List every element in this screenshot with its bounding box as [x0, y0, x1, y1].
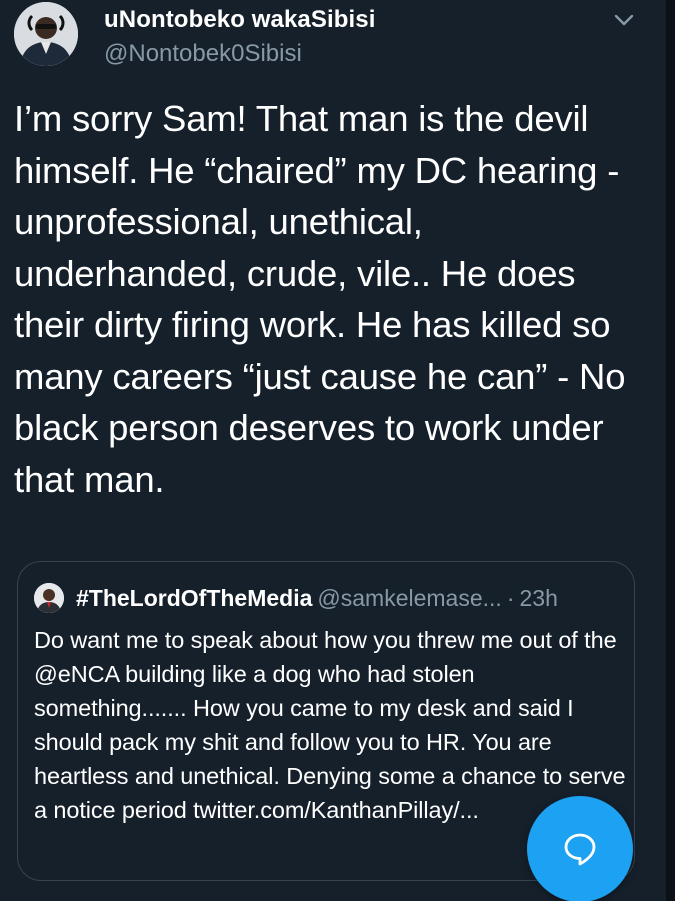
header-separator: · [506, 585, 515, 611]
compose-reply-icon [564, 833, 596, 866]
author-handle[interactable]: @Nontobek0Sibisi [104, 40, 302, 68]
quoted-tweet-timestamp[interactable]: 23h [519, 585, 557, 611]
quoted-tweet-text: Do want me to speak about how you threw … [34, 627, 626, 823]
quoted-author-avatar[interactable] [34, 583, 64, 613]
profile-photo-icon [14, 2, 78, 66]
profile-photo-icon [34, 583, 64, 613]
screen-edge [666, 0, 675, 901]
quoted-tweet-header: #TheLordOfTheMedia @samkelemase... · 23h [76, 583, 558, 613]
quoted-author-display-name[interactable]: #TheLordOfTheMedia [76, 585, 312, 611]
author-avatar[interactable] [14, 2, 78, 66]
tweet-text: I’m sorry Sam! That man is the devil him… [14, 98, 626, 500]
tweet-detail-screen: uNontobeko wakaSibisi @Nontobek0Sibisi I… [0, 0, 675, 901]
chevron-down-icon[interactable] [610, 6, 638, 34]
author-display-name[interactable]: uNontobeko wakaSibisi [104, 6, 375, 34]
compose-reply-button[interactable] [527, 796, 633, 901]
quoted-author-handle[interactable]: @samkelemase... [317, 585, 501, 611]
